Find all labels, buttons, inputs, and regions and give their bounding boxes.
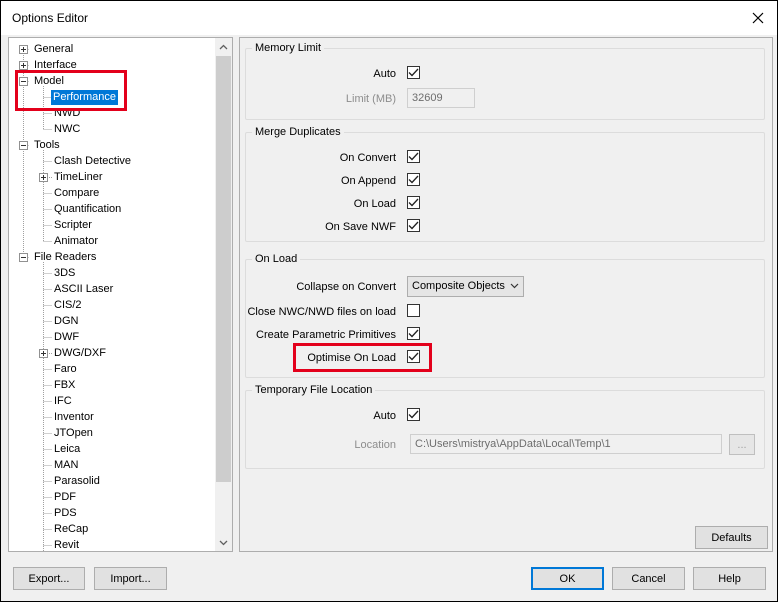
tree-item-recap[interactable]: ReCap [54,522,88,537]
temporary-file-location-group: Temporary File Location [245,384,765,469]
options-tree[interactable]: General Interface Model Performance NWD … [8,37,233,552]
location-input[interactable]: C:\Users\mistrya\AppData\Local\Temp\1 [410,434,722,454]
merge-duplicates-group: Merge Duplicates [245,126,765,242]
tree-item-tools[interactable]: Tools [34,138,60,153]
chevron-up-icon [219,44,228,49]
tree-item-pdf[interactable]: PDF [54,490,76,505]
close-files-on-load-label: Close NWC/NWD files on load [247,306,396,318]
highlight-annotation-optimise [293,343,432,372]
ok-button[interactable]: OK [531,567,604,590]
checkmark-icon [408,152,419,161]
on-append-checkbox[interactable] [407,173,420,186]
tree-item-dwg-dxf[interactable]: DWG/DXF [54,346,106,361]
scroll-down-button[interactable] [215,534,232,551]
tree-item-ifc[interactable]: IFC [54,394,72,409]
chevron-down-icon [510,283,519,289]
checkmark-icon [408,410,419,419]
expand-general-icon[interactable] [19,45,28,54]
on-convert-label: On Convert [339,152,396,164]
memory-auto-label: Auto [373,68,396,80]
temp-auto-label: Auto [373,410,396,422]
checkmark-icon [408,198,419,207]
tree-item-timeliner[interactable]: TimeLiner [54,170,103,185]
tree-item-dwf[interactable]: DWF [54,330,79,345]
create-parametric-primitives-label: Create Parametric Primitives [256,329,396,341]
checkmark-icon [408,175,419,184]
tree-item-general[interactable]: General [34,42,73,57]
expand-timeliner-icon[interactable] [39,173,48,182]
tree-item-ascii-laser[interactable]: ASCII Laser [54,282,113,297]
defaults-button[interactable]: Defaults [695,526,768,549]
checkmark-icon [408,329,419,338]
create-parametric-primitives-checkbox[interactable] [407,327,420,340]
tree-item-cis2[interactable]: CIS/2 [54,298,82,313]
memory-limit-group: Memory Limit [245,42,765,120]
chevron-down-icon [219,540,228,545]
tree-item-compare[interactable]: Compare [54,186,99,201]
import-button[interactable]: Import... [94,567,167,590]
on-save-nwf-label: On Save NWF [325,221,396,233]
tree-item-3ds[interactable]: 3DS [54,266,75,281]
browse-location-button[interactable]: ... [729,434,755,455]
tree-scrollbar[interactable] [215,38,232,551]
scroll-thumb[interactable] [216,56,231,482]
temp-auto-checkbox[interactable] [407,408,420,421]
on-load-legend: On Load [255,253,298,265]
close-button[interactable] [743,5,773,31]
memory-limit-label: Limit (MB) [345,93,396,105]
tree-item-revit[interactable]: Revit [54,538,79,551]
checkmark-icon [408,221,419,230]
collapse-on-convert-value: Composite Objects [412,280,505,292]
checkmark-icon [408,68,419,77]
scroll-up-button[interactable] [215,38,232,55]
tree-item-pds[interactable]: PDS [54,506,77,521]
window-title: Options Editor [12,11,89,25]
highlight-annotation-model [15,70,127,111]
temporary-file-location-legend: Temporary File Location [255,384,373,396]
collapse-tools-icon[interactable] [19,141,28,150]
tree-item-file-readers[interactable]: File Readers [34,250,96,265]
tree-item-scripter[interactable]: Scripter [54,218,92,233]
expand-interface-icon[interactable] [19,61,28,70]
merge-duplicates-legend: Merge Duplicates [255,126,341,138]
title-bar: Options Editor [1,1,777,35]
help-button[interactable]: Help [693,567,766,590]
tree-item-jtopen[interactable]: JTOpen [54,426,93,441]
collapse-on-convert-dropdown[interactable]: Composite Objects [407,276,524,297]
tree-item-parasolid[interactable]: Parasolid [54,474,100,489]
on-convert-checkbox[interactable] [407,150,420,163]
tree-item-leica[interactable]: Leica [54,442,80,457]
close-icon [752,12,764,24]
tree-item-quantification[interactable]: Quantification [54,202,121,217]
collapse-on-convert-label: Collapse on Convert [296,281,396,293]
collapse-file-readers-icon[interactable] [19,253,28,262]
options-editor-window: Options Editor General Interface Model P… [0,0,778,602]
options-content-panel: Memory Limit Auto Limit (MB) 32609 Merge… [239,37,773,552]
on-append-label: On Append [340,175,396,187]
export-button[interactable]: Export... [13,567,85,590]
cancel-button[interactable]: Cancel [612,567,685,590]
tree-item-animator[interactable]: Animator [54,234,98,249]
tree-item-dgn[interactable]: DGN [54,314,78,329]
tree-item-faro[interactable]: Faro [54,362,77,377]
tree-item-man[interactable]: MAN [54,458,78,473]
tree-item-clash-detective[interactable]: Clash Detective [54,154,131,169]
memory-limit-legend: Memory Limit [255,42,322,54]
memory-auto-checkbox[interactable] [407,66,420,79]
on-load-checkbox[interactable] [407,196,420,209]
tree-item-inventor[interactable]: Inventor [54,410,94,425]
memory-limit-input[interactable]: 32609 [407,88,475,108]
on-load-label: On Load [353,198,396,210]
tree-item-fbx[interactable]: FBX [54,378,75,393]
tree-item-nwc[interactable]: NWC [54,122,80,137]
on-save-nwf-checkbox[interactable] [407,219,420,232]
close-files-on-load-checkbox[interactable] [407,304,420,317]
location-label: Location [354,439,396,451]
expand-dwg-dxf-icon[interactable] [39,349,48,358]
